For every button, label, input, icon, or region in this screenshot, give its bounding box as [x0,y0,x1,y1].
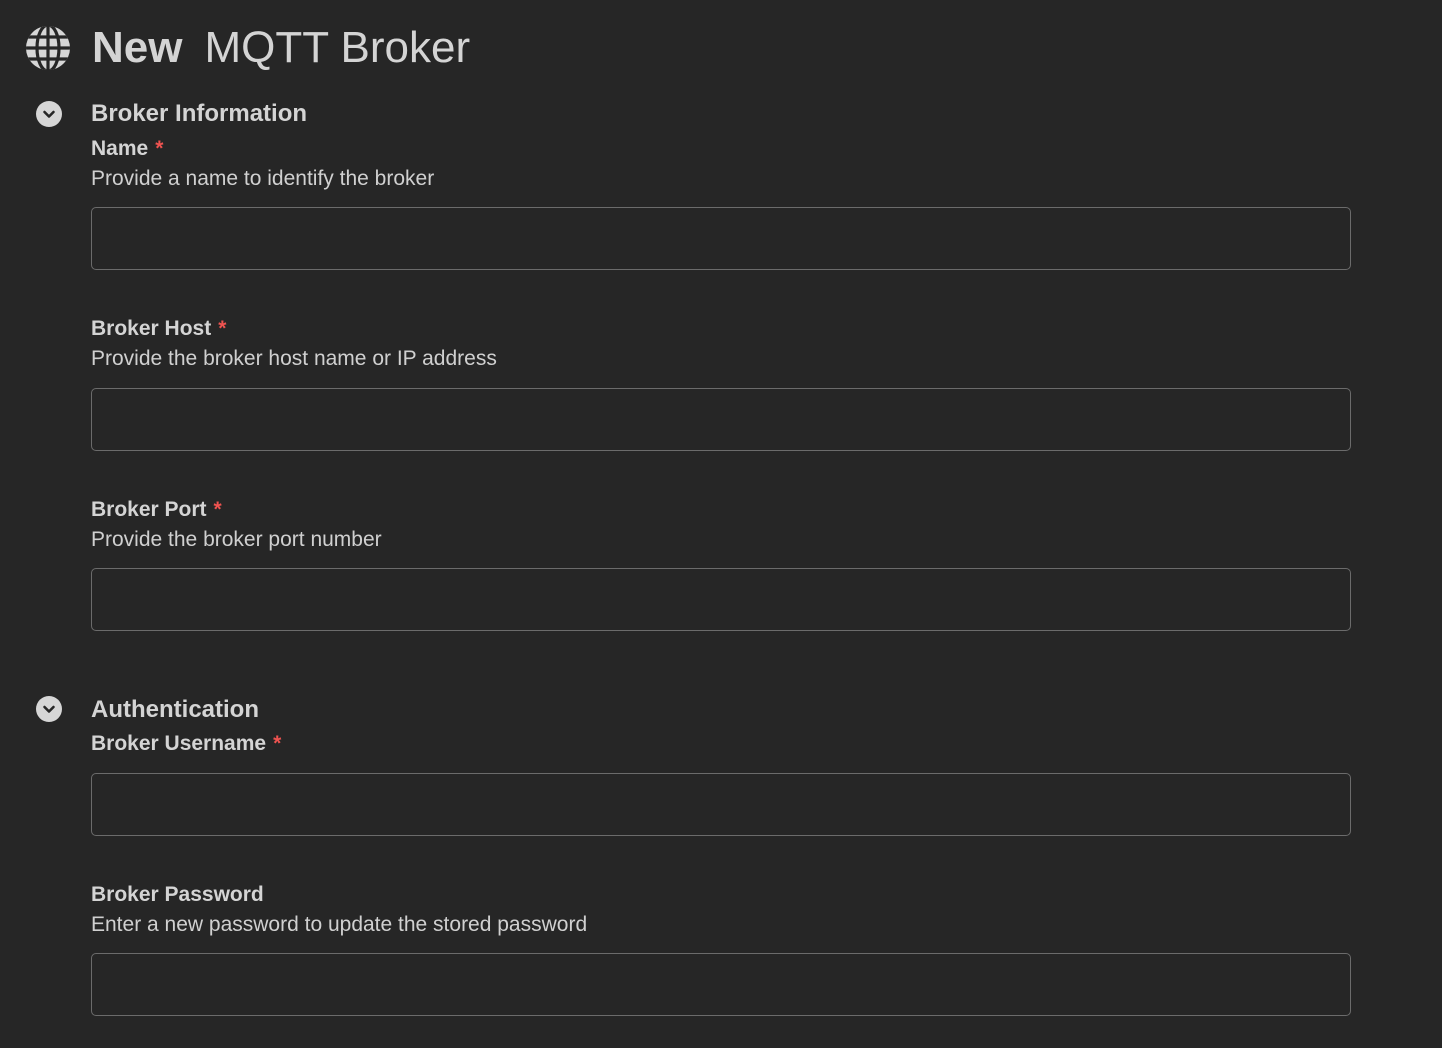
broker-port-input[interactable] [91,568,1351,631]
broker-information-toggle[interactable] [36,101,62,127]
authentication-title: Authentication [91,696,259,723]
page-header: New MQTT Broker [24,20,470,76]
broker-information-title: Broker Information [91,100,308,127]
required-indicator: * [273,732,282,755]
broker-password-label: Broker Password [91,881,264,909]
broker-host-help: Provide the broker host name or IP addre… [91,347,497,370]
broker-password-help: Enter a new password to update the store… [91,913,588,936]
broker-username-input[interactable] [91,773,1351,836]
page-title: New MQTT Broker [92,20,470,76]
broker-username-label-text: Broker Username [91,732,267,755]
broker-username-label: Broker Username * [91,730,281,758]
required-indicator: * [155,137,164,160]
broker-port-help: Provide the broker port number [91,528,382,551]
page-title-strong: New [92,23,183,72]
page-title-rest: MQTT Broker [204,23,471,72]
name-label-text: Name [91,137,149,160]
globe-icon [26,26,70,70]
broker-host-label-text: Broker Host [91,317,212,340]
name-input[interactable] [91,207,1351,270]
broker-port-label: Broker Port * [91,496,222,524]
required-indicator: * [213,498,222,521]
broker-password-label-text: Broker Password [91,883,264,906]
authentication-toggle[interactable] [36,696,62,722]
name-label: Name * [91,135,163,163]
broker-port-label-text: Broker Port [91,498,207,521]
broker-password-input[interactable] [91,953,1351,1016]
name-help: Provide a name to identify the broker [91,167,435,190]
broker-host-input[interactable] [91,388,1351,451]
required-indicator: * [218,317,227,340]
broker-host-label: Broker Host * [91,315,226,343]
chevron-down-icon [43,705,55,713]
chevron-down-icon [43,110,55,118]
